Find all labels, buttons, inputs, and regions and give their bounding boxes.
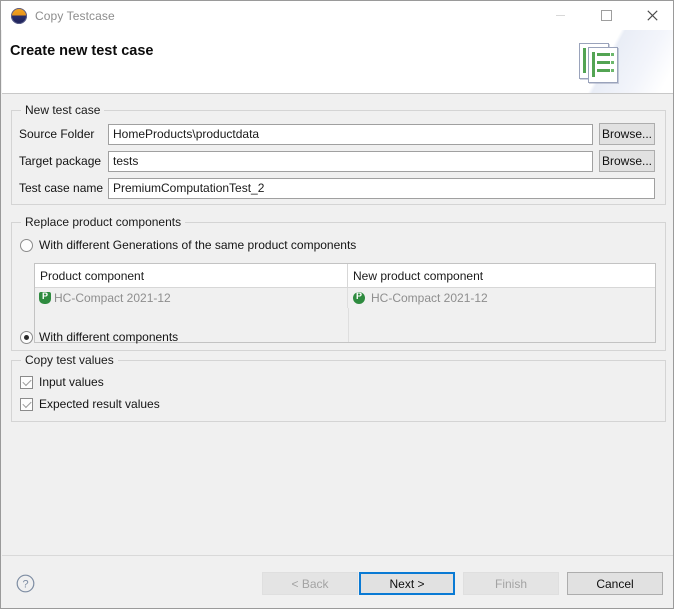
input-values-checkbox-indicator [20,375,33,389]
help-button[interactable]: ? [16,574,35,598]
group-new-test-case-legend: New test case [21,103,105,117]
radio-components-label: With different components [39,330,179,344]
radio-components-indicator [20,330,33,344]
svg-text:?: ? [22,578,28,590]
faktor-ips-icon [11,7,27,24]
finish-button[interactable]: Finish [463,572,559,595]
close-button[interactable] [629,1,673,30]
radio-generations-indicator [20,238,33,252]
page-title: Create new test case [10,43,154,59]
close-icon [646,10,658,21]
copy-testcase-dialog: Copy Testcase Create new test case New t… [0,0,674,609]
table-header-row: Product component New product component [35,264,655,288]
test-case-name-row: Test case name [19,177,659,199]
maximize-icon [600,10,612,21]
table-row[interactable]: HC-Compact 2021-12 HC-Compact 2021-12 [35,288,655,308]
radio-with-different-components[interactable]: With different components [20,328,178,346]
column-header-product-component: Product component [35,264,348,287]
cell-product-component: HC-Compact 2021-12 [35,288,348,308]
radio-with-different-generations[interactable]: With different Generations of the same p… [20,236,356,254]
target-package-input[interactable] [108,150,593,172]
column-header-new-product-component: New product component [353,268,484,283]
cancel-button[interactable]: Cancel [567,572,663,595]
group-copy-test-values: Copy test values Input values Expected r… [11,353,666,422]
group-new-test-case: New test case Source Folder Browse... Ta… [11,103,666,205]
source-folder-label: Source Folder [19,127,95,141]
test-case-documents-icon [563,30,673,93]
expected-result-values-checkbox-indicator [20,397,33,411]
source-folder-row: Source Folder Browse... [19,123,659,145]
target-package-row: Target package Browse... [19,150,659,172]
help-icon: ? [16,574,35,593]
test-case-name-input[interactable] [108,177,655,199]
minimize-icon [555,15,565,16]
cell-product-component-label: HC-Compact 2021-12 [54,291,171,305]
checkbox-input-values[interactable]: Input values [20,373,104,391]
title-bar: Copy Testcase [1,1,673,30]
maximize-button[interactable] [583,1,629,30]
window-title: Copy Testcase [35,8,115,23]
product-component-icon [39,291,51,304]
back-button[interactable]: < Back [262,572,358,595]
radio-generations-label: With different Generations of the same p… [39,238,357,252]
minimize-button[interactable] [537,1,583,30]
next-button[interactable]: Next > [359,572,455,595]
dialog-body: New test case Source Folder Browse... Ta… [2,94,673,555]
checkbox-expected-result-values[interactable]: Expected result values [20,395,160,413]
test-case-name-label: Test case name [19,181,104,195]
cell-new-product-component: HC-Compact 2021-12 [348,288,655,308]
source-folder-browse-button[interactable]: Browse... [599,123,655,145]
expected-result-values-label: Expected result values [39,397,160,411]
new-product-component-icon [353,291,365,304]
source-folder-input[interactable] [108,123,593,145]
window-controls [537,1,673,30]
dialog-header: Create new test case [2,30,673,94]
input-values-label: Input values [39,375,104,389]
group-replace-product-components: Replace product components With differen… [11,215,666,351]
cell-new-product-component-label: HC-Compact 2021-12 [371,291,488,305]
target-package-label: Target package [19,154,102,168]
target-package-browse-button[interactable]: Browse... [599,150,655,172]
group-replace-legend: Replace product components [21,215,186,229]
group-copy-legend: Copy test values [21,353,118,367]
